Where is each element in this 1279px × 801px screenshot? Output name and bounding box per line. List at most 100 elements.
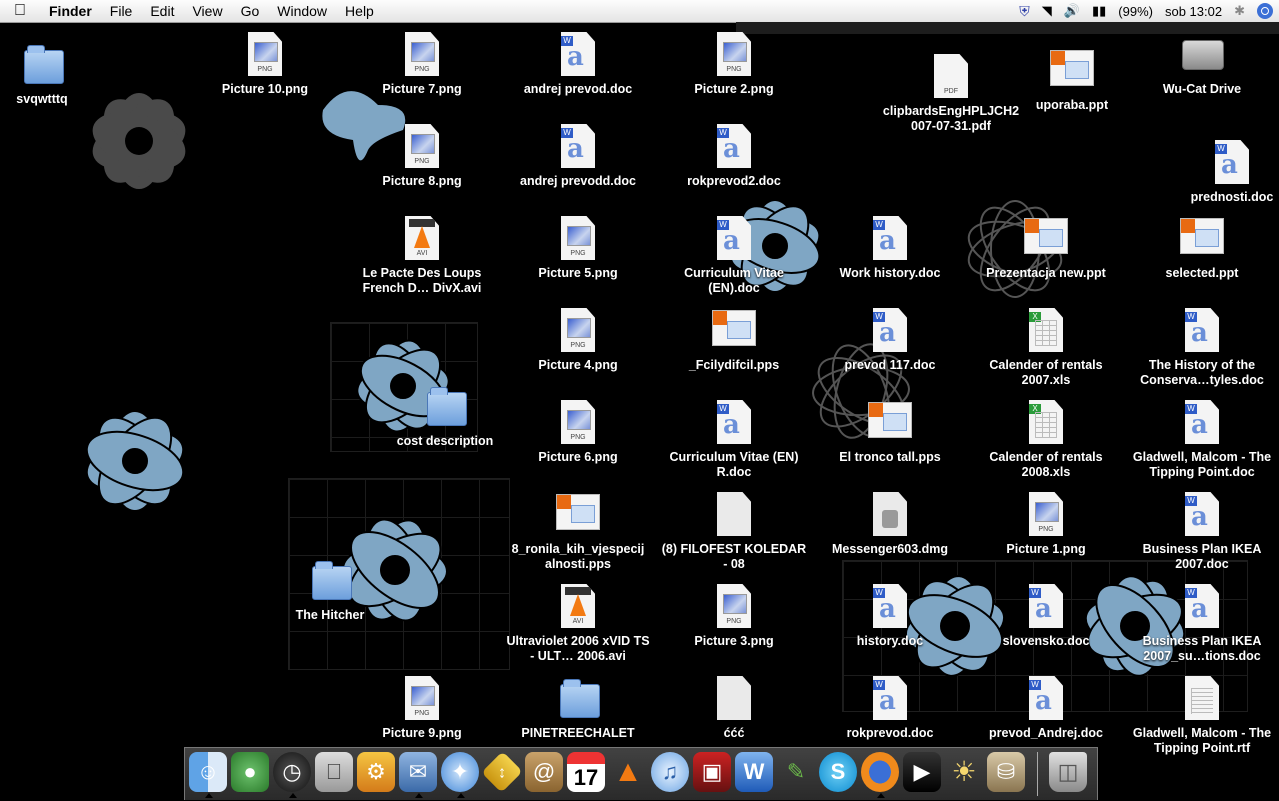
desktop-file-history-conserv[interactable]: Wa The History of the Conserva…tyles.doc xyxy=(1127,308,1277,388)
preview-icon[interactable]: ⛁ xyxy=(987,752,1025,792)
battery-percent[interactable]: (99%) xyxy=(1118,4,1153,19)
desktop-file-rokprevod2[interactable]: Wa rokprevod2.doc xyxy=(659,124,809,189)
desktop-icon-label: Prezentacja new.ppt xyxy=(986,266,1106,280)
dashboard-icon[interactable]: ◷ xyxy=(273,752,311,798)
word-file-icon: Wa xyxy=(866,584,914,632)
pen-icon[interactable]: ✎ xyxy=(777,752,815,792)
desktop-icon-label: Picture 10.png xyxy=(221,82,309,96)
desktop-file-ultraviolet[interactable]: AVI Ultraviolet 2006 xVID TS - ULT… 2006… xyxy=(503,584,653,664)
desktop-file-cv-en[interactable]: Wa Curriculum Vitae (EN).doc xyxy=(659,216,809,296)
desktop-icon-label: prevod_Andrej.doc xyxy=(989,726,1103,740)
desktop-file-lepacte[interactable]: AVI Le Pacte Des Loups French D… DivX.av… xyxy=(347,216,497,296)
firefox-icon[interactable] xyxy=(861,752,899,798)
desktop-file-el-tronco[interactable]: El tronco tall.pps xyxy=(815,400,965,465)
system-prefs-icon[interactable]:  xyxy=(315,752,353,792)
menu-file[interactable]: File xyxy=(101,3,142,19)
desktop-file-cv-en-r[interactable]: Wa Curriculum Vitae (EN) R.doc xyxy=(659,400,809,480)
desktop-file-history[interactable]: Wa history.doc xyxy=(815,584,965,649)
desktop-folder-pinetree[interactable]: PINETREECHALET xyxy=(503,676,653,741)
desktop-file-picture5[interactable]: PNG Picture 5.png xyxy=(503,216,653,281)
desktop-file-messenger[interactable]: Messenger603.dmg xyxy=(815,492,965,557)
menu-help[interactable]: Help xyxy=(336,3,383,19)
desktop-icon-label: Le Pacte Des Loups French D… DivX.avi xyxy=(362,266,482,295)
desktop-file-andrej-prevod[interactable]: Wa andrej prevod.doc xyxy=(503,32,653,97)
desktop-file-gladwell-rtf[interactable]: Gladwell, Malcom - The Tipping Point.rtf xyxy=(1127,676,1277,756)
desktop-file-andrej-prevodd[interactable]: Wa andrej prevodd.doc xyxy=(503,124,653,189)
word-file-icon: Wa xyxy=(554,124,602,172)
rtf-file-icon xyxy=(1178,676,1226,724)
ppt-file-icon xyxy=(1022,216,1070,264)
desktop-icon-label: Curriculum Vitae (EN) R.doc xyxy=(669,450,799,479)
desktop-file-filofest[interactable]: (8) FILOFEST KOLEDAR - 08 xyxy=(659,492,809,572)
word-icon[interactable]: W xyxy=(735,752,773,792)
desktop-file-selected[interactable]: selected.ppt xyxy=(1127,216,1277,281)
apple-menu-icon[interactable]:  xyxy=(0,2,40,20)
desktop-icon-label: The Hitcher xyxy=(295,608,365,622)
desktop-file-picture10[interactable]: PNG Picture 10.png xyxy=(190,32,340,97)
desktop-icon-label: uporaba.ppt xyxy=(1035,98,1109,112)
wifi-icon[interactable]: ◥ xyxy=(1042,3,1052,19)
desktop-file-bp-ikea[interactable]: Wa Business Plan IKEA 2007.doc xyxy=(1127,492,1277,572)
safari-icon[interactable]: ✦ xyxy=(441,752,479,798)
desktop-drive-wucat[interactable]: Wu-Cat Drive xyxy=(1127,32,1277,97)
word-file-icon: Wa xyxy=(1022,676,1070,724)
messenger-icon[interactable]: ● xyxy=(231,752,269,792)
menu-window[interactable]: Window xyxy=(268,3,336,19)
bluetooth-icon[interactable]: ✱ xyxy=(1234,3,1245,19)
skype-icon[interactable]: S xyxy=(819,752,857,792)
blank-file-icon xyxy=(710,676,758,724)
desktop-folder-cost-description[interactable]: cost description xyxy=(370,384,520,449)
desktop-icon-label: Picture 2.png xyxy=(694,82,774,96)
desktop-file-rokprevod[interactable]: Wa rokprevod.doc xyxy=(815,676,965,741)
menu-view[interactable]: View xyxy=(183,3,231,19)
desktop-file-cccc[interactable]: ććć xyxy=(659,676,809,741)
folder-icon xyxy=(554,676,602,724)
clock[interactable]: sob 13:02 xyxy=(1165,4,1222,19)
trash-icon[interactable]: ◫ xyxy=(1049,752,1087,792)
menu-finder[interactable]: Finder xyxy=(40,3,101,19)
desktop-file-bp-ikea-sug[interactable]: Wa Business Plan IKEA 2007_su…tions.doc xyxy=(1127,584,1277,664)
transmit-icon[interactable]: ↕ xyxy=(481,751,523,793)
spotlight-search-icon[interactable] xyxy=(1257,3,1273,19)
desktop-file-slovensko[interactable]: Wa slovensko.doc xyxy=(971,584,1121,649)
desktop-file-work-history[interactable]: Wa Work history.doc xyxy=(815,216,965,281)
idea-icon[interactable]: ☀ xyxy=(945,752,983,792)
desktop-file-picture8[interactable]: PNG Picture 8.png xyxy=(347,124,497,189)
widget-icon[interactable]: ⚙ xyxy=(357,752,395,792)
imovie-icon[interactable]: ▶ xyxy=(903,752,941,792)
desktop-file-prezentacja[interactable]: Prezentacja new.ppt xyxy=(971,216,1121,281)
finder-icon[interactable]: ☺ xyxy=(189,752,227,798)
desktop-file-prednosti[interactable]: Wa prednosti.doc xyxy=(1157,140,1279,205)
folder-icon xyxy=(306,558,354,606)
desktop-icon-label: Picture 9.png xyxy=(382,726,462,740)
desktop-file-picture4[interactable]: PNG Picture 4.png xyxy=(503,308,653,373)
desktop-file-prevod-andrej[interactable]: Wa prevod_Andrej.doc xyxy=(971,676,1121,741)
battery-icon[interactable]: ▮▮ xyxy=(1092,3,1106,19)
desktop-file-picture2[interactable]: PNG Picture 2.png xyxy=(659,32,809,97)
shield-icon[interactable]: ⛨ xyxy=(1019,3,1030,20)
desktop-file-fcily[interactable]: _Fcilydifcil.pps xyxy=(659,308,809,373)
ppt-file-icon xyxy=(1048,48,1096,96)
desktop-folder-the-hitcher[interactable]: The Hitcher xyxy=(255,558,405,623)
menu-edit[interactable]: Edit xyxy=(141,3,183,19)
desktop-file-picture1[interactable]: PNG Picture 1.png xyxy=(971,492,1121,557)
desktop-file-cal2008[interactable]: X Calender of rentals 2008.xls xyxy=(971,400,1121,480)
desktop-file-picture3[interactable]: PNG Picture 3.png xyxy=(659,584,809,649)
mail-icon[interactable]: ✉ xyxy=(399,752,437,798)
desktop-folder-svqwtttq[interactable]: svqwtttq xyxy=(0,42,117,107)
desktop-file-ronila[interactable]: 8_ronila_kih_vjespecij alnosti.pps xyxy=(503,492,653,572)
ical-icon[interactable]: 17 xyxy=(567,752,605,792)
itunes-icon[interactable]: ♫ xyxy=(651,752,689,792)
vlc-icon[interactable]: ▲ xyxy=(609,752,647,792)
desktop-file-cal2007[interactable]: X Calender of rentals 2007.xls xyxy=(971,308,1121,388)
desktop-file-uporaba[interactable]: uporaba.ppt xyxy=(997,48,1147,113)
desktop-file-prevod117[interactable]: Wa prevod 117.doc xyxy=(815,308,965,373)
photo-booth-icon[interactable]: ▣ xyxy=(693,752,731,792)
menu-go[interactable]: Go xyxy=(232,3,269,19)
desktop-file-picture9[interactable]: PNG Picture 9.png xyxy=(347,676,497,741)
address-book-icon[interactable]: @ xyxy=(525,752,563,792)
volume-icon[interactable]: 🔊 xyxy=(1064,3,1080,19)
desktop-file-picture6[interactable]: PNG Picture 6.png xyxy=(503,400,653,465)
desktop-file-picture7[interactable]: PNG Picture 7.png xyxy=(347,32,497,97)
desktop-file-gladwell-doc[interactable]: Wa Gladwell, Malcom - The Tipping Point.… xyxy=(1127,400,1277,480)
